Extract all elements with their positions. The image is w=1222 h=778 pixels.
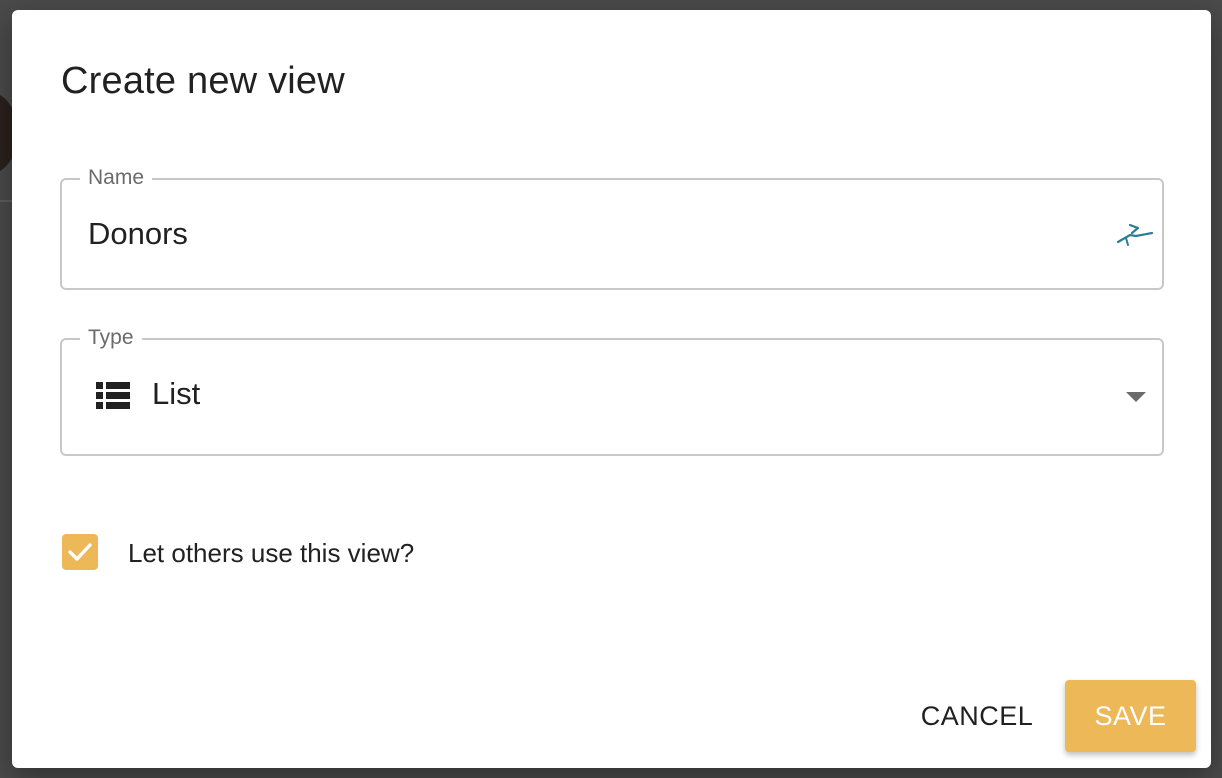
dialog-title: Create new view [61,60,345,102]
type-selected-value: List [152,376,201,411]
background-divider [0,200,12,202]
extension-icon[interactable] [1116,218,1154,248]
checkmark-icon [68,543,92,561]
save-button[interactable]: SAVE [1065,680,1196,752]
type-select[interactable]: Type List [60,326,1164,456]
share-view-label[interactable]: Let others use this view? [128,538,414,569]
caret-down-icon[interactable] [1126,392,1146,402]
create-view-dialog: Create new view Name Donors Type List Le… [12,10,1211,768]
name-field-label: Name [80,166,153,190]
name-field[interactable]: Name Donors [60,166,1164,290]
list-icon [96,382,130,410]
type-field-label: Type [80,326,142,350]
cancel-button[interactable]: CANCEL [906,680,1048,752]
share-view-checkbox[interactable] [62,534,98,570]
name-input[interactable]: Donors [88,216,188,252]
